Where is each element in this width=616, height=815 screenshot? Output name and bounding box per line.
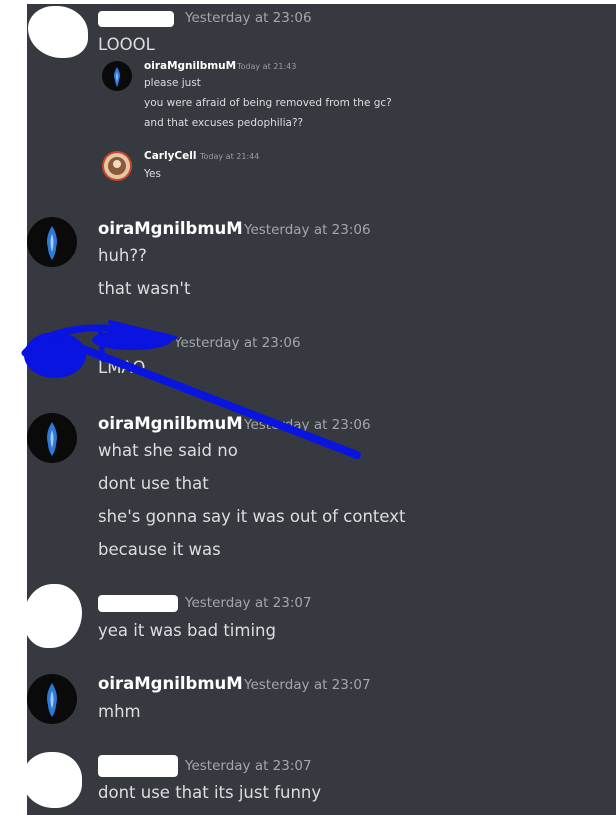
blue-scribble-redaction xyxy=(21,320,361,459)
scribble-stroke xyxy=(97,327,106,363)
scribble-blob xyxy=(24,332,86,378)
